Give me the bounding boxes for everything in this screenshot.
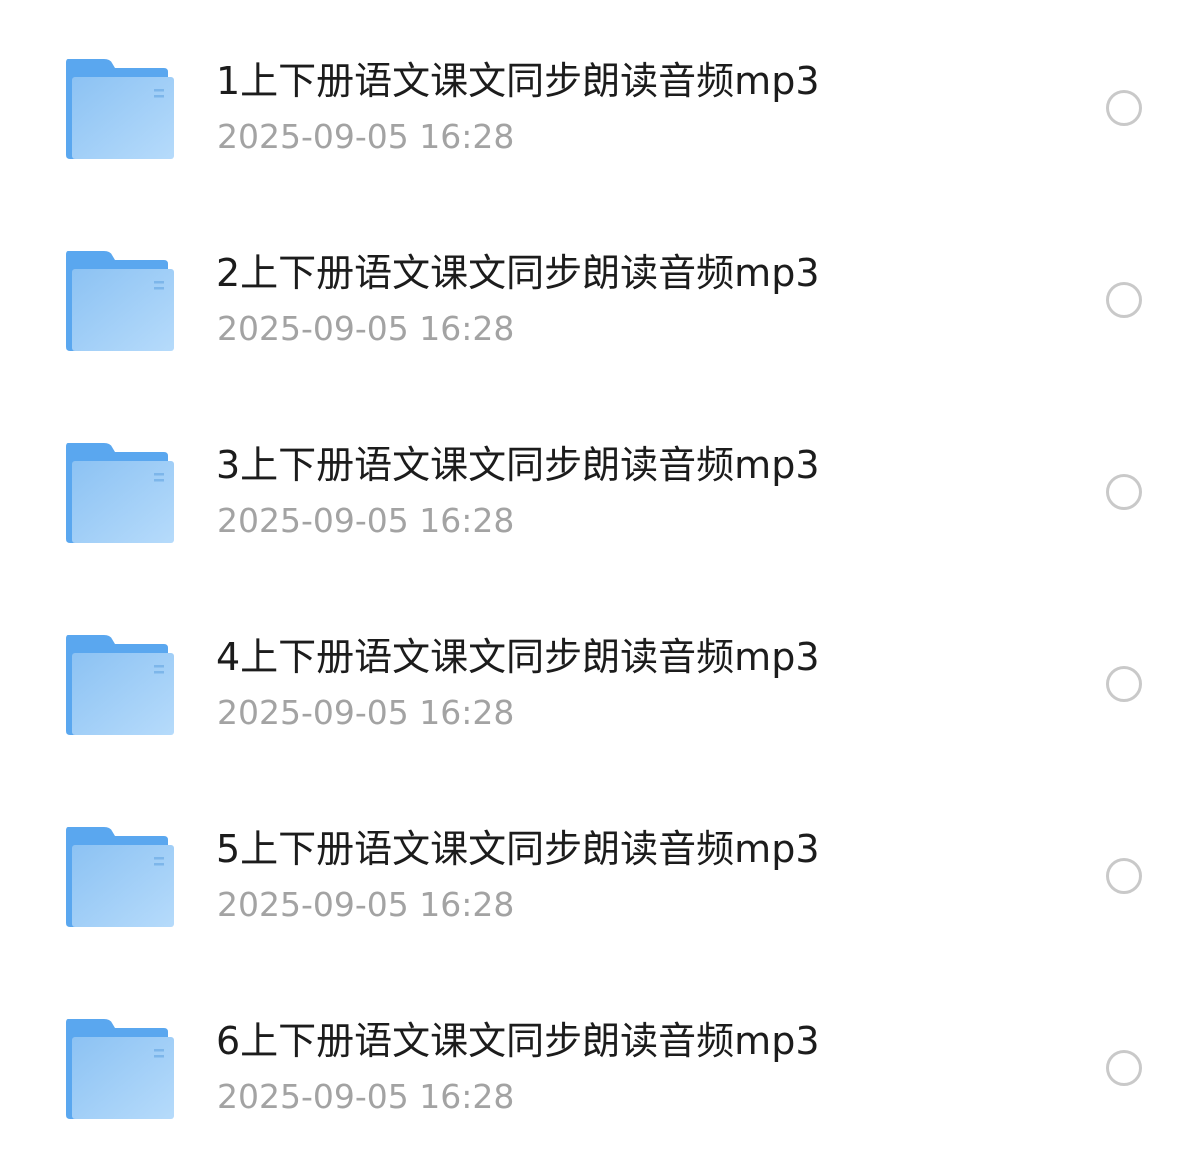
folder-icon	[64, 1017, 176, 1121]
select-radio[interactable]	[1106, 1050, 1142, 1086]
folder-icon	[64, 249, 176, 353]
folder-icon	[64, 825, 176, 929]
select-radio[interactable]	[1106, 474, 1142, 510]
select-radio[interactable]	[1106, 666, 1142, 702]
file-date: 2025-09-05 16:28	[217, 117, 515, 156]
select-radio[interactable]	[1106, 282, 1142, 318]
file-name: 1上下册语文课文同步朗读音频mp3	[216, 59, 820, 103]
list-item[interactable]: 3上下册语文课文同步朗读音频mp3 2025-09-05 16:28	[0, 397, 1202, 589]
folder-icon	[64, 633, 176, 737]
file-list: 1上下册语文课文同步朗读音频mp3 2025-09-05 16:28 2上下册语…	[0, 0, 1202, 1159]
file-date: 2025-09-05 16:28	[217, 309, 515, 348]
list-item[interactable]: 5上下册语文课文同步朗读音频mp3 2025-09-05 16:28	[0, 781, 1202, 973]
file-date: 2025-09-05 16:28	[217, 885, 515, 924]
list-item[interactable]: 1上下册语文课文同步朗读音频mp3 2025-09-05 16:28	[0, 13, 1202, 205]
list-item[interactable]: 6上下册语文课文同步朗读音频mp3 2025-09-05 16:28	[0, 973, 1202, 1165]
select-radio[interactable]	[1106, 858, 1142, 894]
file-name: 4上下册语文课文同步朗读音频mp3	[216, 635, 820, 679]
file-name: 5上下册语文课文同步朗读音频mp3	[216, 827, 820, 871]
folder-icon	[64, 441, 176, 545]
file-date: 2025-09-05 16:28	[217, 501, 515, 540]
file-date: 2025-09-05 16:28	[217, 1077, 515, 1116]
select-radio[interactable]	[1106, 90, 1142, 126]
folder-icon	[64, 57, 176, 161]
file-date: 2025-09-05 16:28	[217, 693, 515, 732]
file-name: 6上下册语文课文同步朗读音频mp3	[216, 1019, 820, 1063]
list-item[interactable]: 4上下册语文课文同步朗读音频mp3 2025-09-05 16:28	[0, 589, 1202, 781]
list-item[interactable]: 2上下册语文课文同步朗读音频mp3 2025-09-05 16:28	[0, 205, 1202, 397]
file-name: 2上下册语文课文同步朗读音频mp3	[216, 251, 820, 295]
file-name: 3上下册语文课文同步朗读音频mp3	[216, 443, 820, 487]
